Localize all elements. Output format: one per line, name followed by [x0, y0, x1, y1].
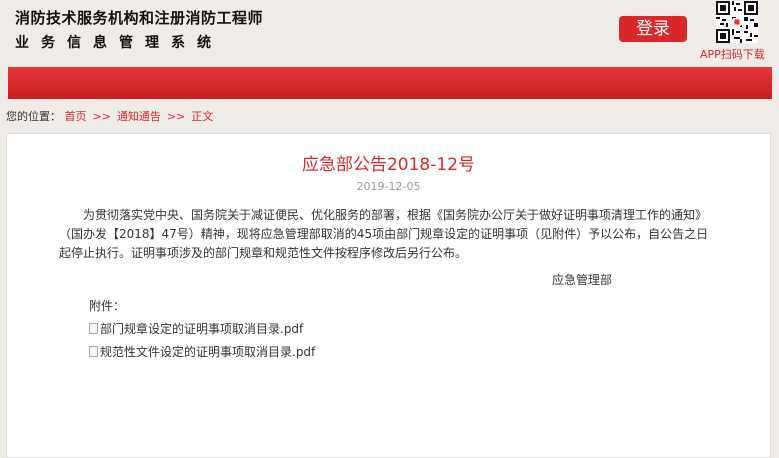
- breadcrumb-label: 您的位置：: [6, 110, 61, 123]
- breadcrumb-separator: >>: [92, 110, 111, 123]
- attachments-label: 附件：: [89, 299, 126, 313]
- breadcrumb-notices-link[interactable]: 通知通告: [117, 110, 161, 123]
- article-date: 2019-12-05: [356, 180, 421, 193]
- file-icon: [89, 346, 98, 357]
- site-header: 消防技术服务机构和注册消防工程师 业务信息管理系统 登录 APP扫码下载: [0, 0, 779, 66]
- login-button[interactable]: 登录: [619, 16, 687, 42]
- article-title: 应急部公告2018-12号: [301, 155, 476, 175]
- site-subtitle: 业务信息管理系统: [15, 35, 223, 51]
- breadcrumb-current[interactable]: 正文: [191, 110, 213, 123]
- file-icon: [89, 323, 98, 334]
- breadcrumb-home-link[interactable]: 首页: [65, 110, 87, 123]
- breadcrumb: 您的位置： 首页 >> 通知通告 >> 正文: [6, 108, 213, 124]
- article-panel: 应急部公告2018-12号 2019-12-05 为贯彻落实党中央、国务院关于减…: [6, 133, 771, 458]
- attachment-link[interactable]: 部门规章设定的证明事项取消目录.pdf: [89, 320, 303, 337]
- attachment-link[interactable]: 规范性文件设定的证明事项取消目录.pdf: [89, 343, 315, 360]
- app-download-label: APP扫码下载: [700, 48, 765, 61]
- attachment-name: 部门规章设定的证明事项取消目录.pdf: [100, 322, 304, 336]
- attachment-name: 规范性文件设定的证明事项取消目录.pdf: [100, 345, 316, 359]
- article-body: 为贯彻落实党中央、国务院关于减证便民、优化服务的部署，根据《国务院办公厅关于做好…: [59, 208, 709, 260]
- qr-code-icon: [716, 1, 758, 43]
- article-signature: 应急管理部: [552, 273, 613, 287]
- breadcrumb-separator: >>: [166, 110, 186, 123]
- site-title: 消防技术服务机构和注册消防工程师: [15, 9, 264, 27]
- nav-bar: [8, 67, 772, 99]
